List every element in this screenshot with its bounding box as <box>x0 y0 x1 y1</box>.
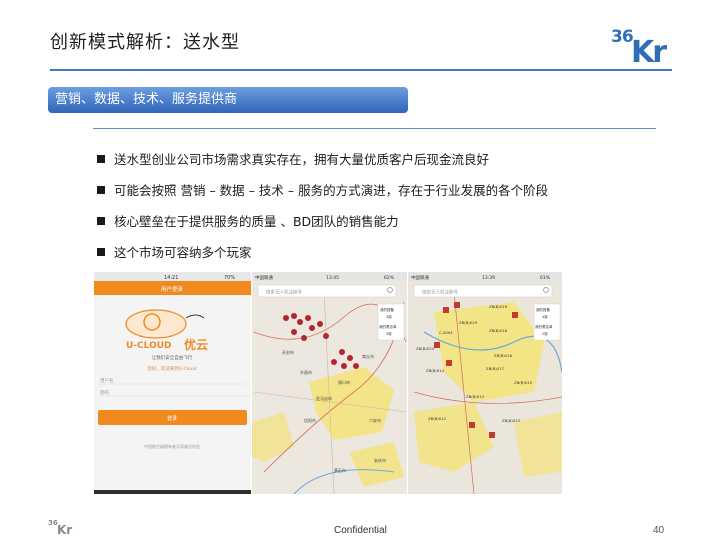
svg-text:ZB(B)017: ZB(B)017 <box>486 366 505 371</box>
app-screenshots: 14:21 70% 用户登录 U-CLOUD 优云 让我们安全自由飞行 您好，欢… <box>94 272 562 494</box>
svg-text:商丘市: 商丘市 <box>362 353 374 359</box>
svg-text:13:39: 13:39 <box>482 275 495 281</box>
svg-text:Kr: Kr <box>631 35 667 64</box>
svg-text:13:45: 13:45 <box>326 275 339 281</box>
app-footer-note: 中国航空器拥有者及驾驶员协会 <box>144 443 200 449</box>
map-screenshot-1: 中国联通 13:45 62% 搜索无人机注册号 我的报备 4架 我的黑名单 3架 <box>252 272 407 494</box>
bullet-text: 核心壁垒在于提供服务的质量 、BD团队的销售能力 <box>114 214 399 229</box>
svg-text:ZB(B)024: ZB(B)024 <box>416 346 435 351</box>
bullet-text: 送水型创业公司市场需求真实存在，拥有大量优质客户后现金流良好 <box>114 152 490 167</box>
app-login-screenshot: 14:21 70% 用户登录 U-CLOUD 优云 让我们安全自由飞行 您好，欢… <box>94 272 251 494</box>
bullet-item: 可能会按照 营销 – 数据 – 技术 – 服务的方式演进，存在于行业发展的各个阶… <box>97 181 548 212</box>
svg-text:Kr: Kr <box>57 523 72 535</box>
bullet-text: 这个市场可容纳多个玩家 <box>114 245 252 260</box>
svg-text:安庆市: 安庆市 <box>374 457 386 463</box>
app-logo-cn: 优云 <box>184 337 208 352</box>
login-button: 登录 <box>167 415 177 422</box>
svg-text:我的报备: 我的报备 <box>536 307 550 312</box>
bullet-list: 送水型创业公司市场需求真实存在，拥有大量优质客户后现金流良好 可能会按照 营销 … <box>97 150 548 274</box>
svg-text:六安市: 六安市 <box>369 417 381 423</box>
app-status-battery: 70% <box>224 275 235 281</box>
section-banner: 营销、数据、技术、服务提供商 <box>48 87 408 113</box>
svg-text:3架: 3架 <box>386 331 392 336</box>
svg-text:ZB(B)015: ZB(B)015 <box>514 380 533 385</box>
svg-text:信阳市: 信阳市 <box>304 417 316 423</box>
svg-text:ZB(B)013: ZB(B)013 <box>466 394 485 399</box>
bullet-item: 核心壁垒在于提供服务的质量 、BD团队的销售能力 <box>97 212 548 243</box>
password-field: 密码 <box>100 389 109 396</box>
svg-text:62%: 62% <box>384 275 395 281</box>
svg-text:ZB(B)014: ZB(B)014 <box>426 368 445 373</box>
square-bullet-icon <box>97 217 105 225</box>
app-welcome: 您好，欢迎来到U-Cloud <box>147 365 196 372</box>
svg-text:黄石市: 黄石市 <box>334 467 346 473</box>
svg-text:4架: 4架 <box>386 314 392 319</box>
app-slogan: 让我们安全自由飞行 <box>152 354 193 361</box>
bullet-item: 这个市场可容纳多个玩家 <box>97 243 548 274</box>
svg-text:36: 36 <box>611 27 633 47</box>
svg-text:ZB(B)019: ZB(B)019 <box>489 304 508 309</box>
svg-text:许昌市: 许昌市 <box>300 369 312 375</box>
svg-text:ZB(B)023: ZB(B)023 <box>502 418 521 423</box>
36kr-logo: 36 Kr <box>611 27 669 64</box>
square-bullet-icon <box>97 155 105 163</box>
username-field: 用户名 <box>100 377 114 384</box>
svg-text:我的黑名单: 我的黑名单 <box>535 324 553 329</box>
svg-text:61%: 61% <box>540 275 551 281</box>
svg-text:开封市: 开封市 <box>282 349 294 355</box>
app-header-title: 用户登录 <box>161 285 184 293</box>
section-divider <box>93 128 656 129</box>
svg-text:驻马店市: 驻马店市 <box>316 395 332 401</box>
svg-text:C-0004: C-0004 <box>439 330 453 335</box>
map-screenshot-2: 中国联通 13:39 61% 搜索无人机注册号 我的报备 4架 我的黑名单 2架… <box>408 272 562 494</box>
square-bullet-icon <box>97 248 105 256</box>
confidential-label: Confidential <box>334 525 387 536</box>
svg-text:4架: 4架 <box>542 314 548 319</box>
map1-search-input: 搜索无人机注册号 <box>266 289 302 296</box>
svg-text:我的报备: 我的报备 <box>380 307 394 312</box>
svg-text:ZB(B)012: ZB(B)012 <box>428 416 447 421</box>
map2-search-input: 搜索无人机注册号 <box>422 289 458 296</box>
app-logo-text: U-CLOUD <box>126 341 172 351</box>
app-status-time: 14:21 <box>164 275 178 281</box>
bullet-item: 送水型创业公司市场需求真实存在，拥有大量优质客户后现金流良好 <box>97 150 548 181</box>
svg-text:中国联通: 中国联通 <box>255 274 273 281</box>
slide-title: 创新模式解析：送水型 <box>50 32 240 53</box>
page-number: 40 <box>653 525 665 536</box>
svg-text:ZB(B)016: ZB(B)016 <box>494 353 513 358</box>
svg-text:周口市: 周口市 <box>338 379 350 385</box>
square-bullet-icon <box>97 186 105 194</box>
bullet-text: 可能会按照 营销 – 数据 – 技术 – 服务的方式演进，存在于行业发展的各个阶… <box>114 183 549 198</box>
footer-36kr-logo: 36 Kr <box>48 519 72 535</box>
svg-text:ZB(B)018: ZB(B)018 <box>489 328 508 333</box>
svg-text:2架: 2架 <box>542 331 548 336</box>
svg-text:中国联通: 中国联通 <box>411 274 429 281</box>
svg-text:ZB(B)029: ZB(B)029 <box>459 320 478 325</box>
svg-text:我的黑名单: 我的黑名单 <box>379 324 397 329</box>
title-divider <box>50 69 672 71</box>
